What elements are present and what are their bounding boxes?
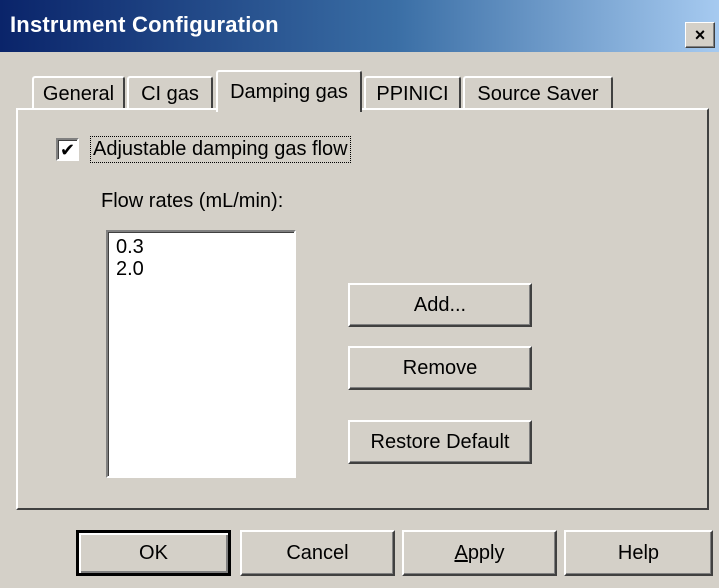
flow-rates-list[interactable]: 0.3 2.0	[106, 230, 296, 478]
tab-source-saver[interactable]: Source Saver	[463, 76, 613, 110]
tab-label: CI gas	[141, 82, 199, 105]
apply-rest: pply	[467, 541, 505, 564]
tab-label: PPINICI	[376, 82, 449, 105]
flow-rates-label: Flow rates (mL/min):	[101, 190, 284, 212]
add-button[interactable]: Add...	[348, 283, 532, 327]
close-button[interactable]: ×	[685, 22, 715, 48]
tab-label: General	[42, 82, 115, 105]
title-bar: Instrument Configuration ×	[0, 0, 719, 52]
help-button-label: Help	[617, 541, 660, 564]
tab-ci-gas[interactable]: CI gas	[127, 76, 213, 110]
ok-button-label: OK	[139, 541, 168, 564]
adjustable-damping-checkbox[interactable]: ✔	[56, 138, 79, 161]
remove-button-label: Remove	[402, 356, 478, 379]
apply-mnemonic: A	[454, 541, 468, 564]
help-button[interactable]: Help	[564, 530, 713, 576]
list-item[interactable]: 2.0	[116, 258, 294, 280]
tab-damping-gas[interactable]: Damping gas	[216, 70, 362, 112]
window-title: Instrument Configuration	[10, 12, 279, 37]
tab-label: Source Saver	[477, 82, 599, 105]
list-item[interactable]: 0.3	[116, 236, 294, 258]
add-button-label: Add...	[413, 293, 467, 316]
remove-button[interactable]: Remove	[348, 346, 532, 390]
tab-ppinici[interactable]: PPINICI	[364, 76, 461, 110]
apply-button[interactable]: Apply	[402, 530, 557, 576]
ok-button[interactable]: OK	[76, 530, 231, 576]
checkmark-icon: ✔	[59, 139, 76, 160]
close-icon: ×	[694, 25, 706, 45]
cancel-button-label: Cancel	[286, 541, 349, 564]
apply-button-label: Apply	[454, 542, 504, 565]
restore-default-button[interactable]: Restore Default	[348, 420, 532, 464]
tab-general[interactable]: General	[32, 76, 125, 110]
adjustable-damping-label[interactable]: Adjustable damping gas flow	[90, 136, 351, 163]
restore-default-label: Restore Default	[370, 430, 510, 453]
tab-label: Damping gas	[230, 80, 348, 103]
cancel-button[interactable]: Cancel	[240, 530, 395, 576]
